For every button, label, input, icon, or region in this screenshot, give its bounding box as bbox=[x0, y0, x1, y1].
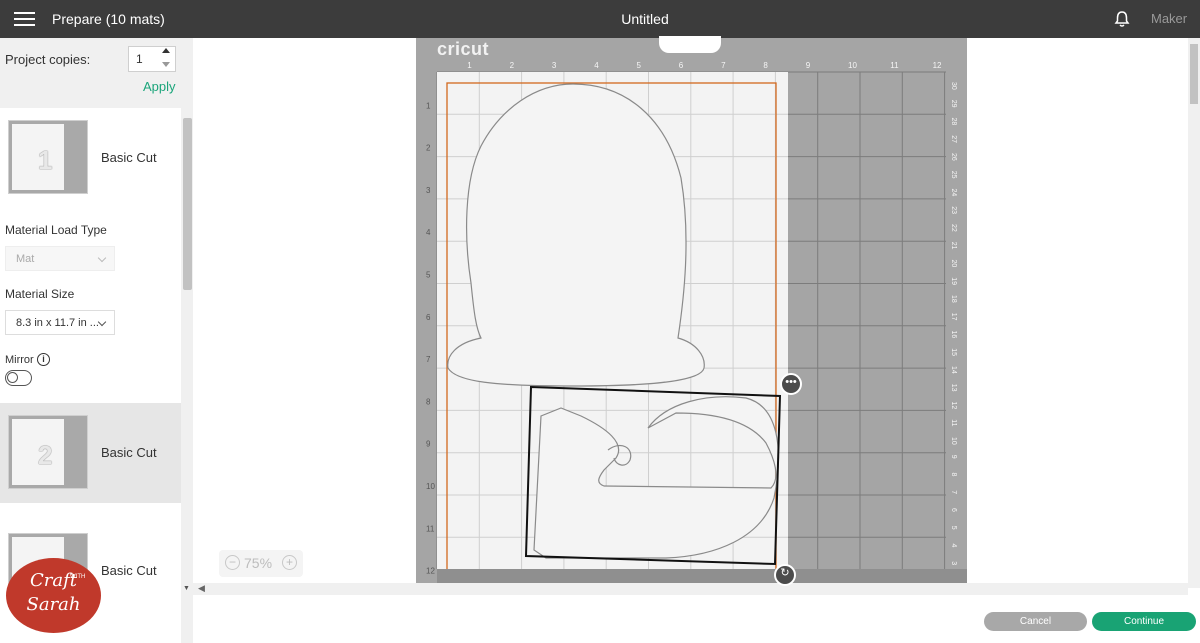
craft-with-sarah-logo: Craft WITH Sarah bbox=[6, 558, 101, 633]
cancel-button[interactable]: Cancel bbox=[984, 612, 1087, 631]
sidebar: Project copies: 1 Apply 1 Basic Cut Mate… bbox=[0, 38, 193, 643]
mat-card-2[interactable]: 2 Basic Cut bbox=[0, 403, 181, 503]
ruler-left-label: 9 bbox=[426, 440, 431, 449]
ruler-top-label: 1 bbox=[467, 61, 472, 70]
mat-thumbnail: 1 bbox=[8, 120, 88, 194]
canvas-vertical-scrollbar[interactable] bbox=[1188, 38, 1200, 588]
material-size-label: Material Size bbox=[5, 287, 75, 301]
ruler-right-label: 17 bbox=[950, 313, 957, 321]
ruler-right-label: 10 bbox=[950, 437, 957, 445]
ruler-right-label: 24 bbox=[950, 189, 957, 197]
ruler-top-label: 7 bbox=[721, 61, 726, 70]
machine-selector[interactable]: Maker bbox=[1151, 11, 1187, 26]
document-title: Untitled bbox=[621, 11, 669, 27]
mat-card-label: Basic Cut bbox=[101, 445, 157, 460]
mirror-label: Mirror bbox=[5, 354, 34, 366]
ruler-right-label: 29 bbox=[950, 100, 957, 108]
ruler-right-label: 27 bbox=[950, 135, 957, 143]
ruler-right-label: 19 bbox=[950, 277, 957, 285]
mat-grid: 1 2 3 4 5 6 7 8 9 10 11 121234567891011123029282726… bbox=[426, 61, 967, 583]
ruler-right-label: 25 bbox=[950, 171, 957, 179]
increment-icon[interactable] bbox=[162, 48, 170, 53]
ruler-top-label: 8 bbox=[763, 61, 768, 70]
info-icon[interactable]: i bbox=[37, 353, 50, 366]
decrement-icon[interactable] bbox=[162, 62, 170, 67]
ruler-top-label: 6 bbox=[679, 61, 684, 70]
ruler-top-label: 4 bbox=[594, 61, 599, 70]
ruler-right-label: 16 bbox=[950, 331, 957, 339]
ruler-right-label: 22 bbox=[950, 224, 957, 232]
mat-card-label: Basic Cut bbox=[101, 150, 157, 165]
ruler-left-label: 8 bbox=[426, 397, 431, 406]
project-copies-label: Project copies: bbox=[5, 52, 91, 67]
ruler-left-label: 4 bbox=[426, 228, 431, 237]
ruler-top-label: 3 bbox=[552, 61, 557, 70]
ruler-top-label: 11 bbox=[890, 61, 899, 70]
ruler-top-label: 10 bbox=[848, 61, 857, 70]
ruler-left-label: 5 bbox=[426, 271, 431, 280]
ruler-right-label: 11 bbox=[950, 419, 957, 426]
ruler-left-label: 10 bbox=[426, 482, 435, 491]
ruler-right-label: 3 bbox=[950, 561, 957, 565]
material-size-select[interactable]: 8.3 in x 11.7 in ... bbox=[5, 310, 115, 335]
ruler-right-label: 8 bbox=[950, 473, 957, 477]
ruler-right-label: 30 bbox=[950, 82, 957, 90]
material-load-type-select: Mat bbox=[5, 246, 115, 271]
ruler-right-label: 18 bbox=[950, 295, 957, 303]
zoom-out-icon[interactable]: − bbox=[225, 555, 240, 570]
ruler-left-label: 3 bbox=[426, 186, 431, 195]
ruler-right-label: 13 bbox=[950, 384, 957, 392]
more-options-icon[interactable]: ••• bbox=[780, 373, 802, 395]
prepare-title: Prepare (10 mats) bbox=[52, 11, 165, 27]
chevron-down-icon bbox=[97, 317, 107, 327]
ruler-right-label: 4 bbox=[950, 544, 957, 548]
project-copies-panel: Project copies: 1 Apply bbox=[0, 38, 193, 104]
zoom-control: − 75% + bbox=[219, 550, 303, 577]
ruler-right-label: 7 bbox=[950, 490, 957, 494]
canvas-horizontal-scrollbar[interactable]: ◀ bbox=[193, 583, 1188, 595]
chevron-down-icon bbox=[97, 253, 107, 263]
sidebar-scroll-thumb[interactable] bbox=[183, 118, 192, 290]
ruler-right-label: 23 bbox=[950, 206, 957, 214]
mirror-toggle[interactable] bbox=[5, 370, 32, 386]
continue-button[interactable]: Continue bbox=[1092, 612, 1196, 631]
bell-icon[interactable] bbox=[1113, 10, 1131, 28]
top-bar: Prepare (10 mats) Untitled Maker bbox=[0, 0, 1200, 38]
ruler-left-label: 2 bbox=[426, 144, 431, 153]
ruler-left-label: 12 bbox=[426, 567, 435, 576]
ruler-left-label: 6 bbox=[426, 313, 431, 322]
ruler-left-label: 7 bbox=[426, 355, 431, 364]
ruler-top-label: 9 bbox=[806, 61, 811, 70]
ruler-right-label: 6 bbox=[950, 508, 957, 512]
mat-card-1[interactable]: 1 Basic Cut bbox=[0, 108, 181, 208]
ruler-top-label: 5 bbox=[637, 61, 642, 70]
mat-thumbnail: 2 bbox=[8, 415, 88, 489]
ruler-top-label: 2 bbox=[510, 61, 515, 70]
zoom-level: 75% bbox=[244, 555, 273, 571]
ruler-right-label: 20 bbox=[950, 260, 957, 268]
ruler-right-label: 21 bbox=[950, 242, 957, 250]
ruler-right-label: 26 bbox=[950, 153, 957, 161]
zoom-in-icon[interactable]: + bbox=[282, 555, 297, 570]
ruler-right-label: 9 bbox=[950, 455, 957, 459]
ruler-right-label: 5 bbox=[950, 526, 957, 530]
ruler-left-label: 11 bbox=[426, 524, 435, 533]
mat-card-label: Basic Cut bbox=[101, 563, 157, 578]
ruler-left-label: 1 bbox=[426, 101, 431, 110]
ruler-right-label: 14 bbox=[950, 366, 957, 374]
ruler-right-label: 28 bbox=[950, 118, 957, 126]
menu-icon[interactable] bbox=[14, 12, 35, 26]
cutting-mat: cricut 1 2 3 4 5 6 7 8 9 10 11 12 1 2 3 4 5 6 7 8 9 10 11 12 30 2… bbox=[416, 36, 967, 583]
ruler-right-label: 12 bbox=[950, 402, 957, 410]
rotate-icon[interactable]: ↻ bbox=[774, 564, 796, 586]
material-load-type-label: Material Load Type bbox=[5, 223, 107, 237]
ruler-top-label: 12 bbox=[933, 61, 942, 70]
ruler-right-label: 15 bbox=[950, 348, 957, 356]
scroll-down-icon[interactable]: ▼ bbox=[183, 585, 190, 592]
apply-button[interactable]: Apply bbox=[143, 79, 176, 94]
